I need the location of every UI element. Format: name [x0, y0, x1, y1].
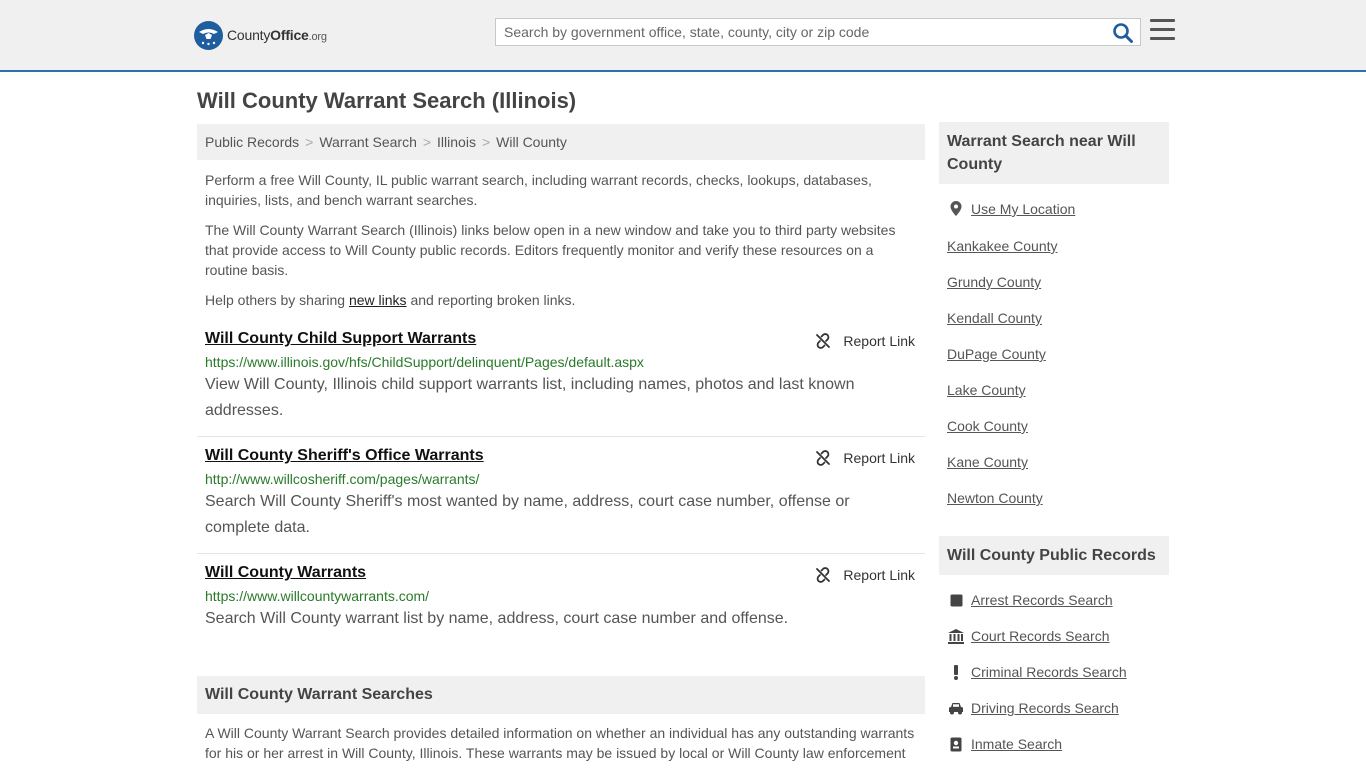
search-icon: [1113, 23, 1133, 43]
search-box: [495, 18, 1141, 46]
record-item[interactable]: Criminal Records Search: [947, 664, 1127, 680]
entry-description: Search Will County Sheriff's most wanted…: [205, 493, 850, 536]
link-entry: Will County Child Support Warrants Repor…: [197, 330, 925, 437]
nearby-county-link[interactable]: Kendall County: [947, 310, 1042, 326]
court-records-link[interactable]: Court Records Search: [971, 628, 1110, 644]
warrant-searches-heading: Will County Warrant Searches: [197, 676, 925, 714]
criminal-records-link[interactable]: Criminal Records Search: [971, 664, 1127, 680]
use-location-link[interactable]: Use My Location: [971, 201, 1075, 217]
use-location-item[interactable]: Use My Location: [947, 201, 1075, 217]
new-links-link[interactable]: new links: [349, 292, 407, 308]
link-entry: Will County Sheriff's Office Warrants Re…: [197, 447, 925, 554]
intro-paragraph-3: Help others by sharing new links and rep…: [205, 292, 576, 308]
breadcrumb-warrant-search[interactable]: Warrant Search: [319, 134, 417, 150]
nearby-county-link[interactable]: Grundy County: [947, 274, 1041, 290]
report-link-button[interactable]: Report Link: [815, 567, 915, 583]
site-logo[interactable]: CountyOffice.org: [194, 20, 327, 50]
warrant-searches-text: A Will County Warrant Search provides de…: [205, 725, 915, 761]
nearby-county-link[interactable]: Lake County: [947, 382, 1026, 398]
public-records-heading: Will County Public Records: [939, 536, 1169, 575]
record-item[interactable]: Driving Records Search: [947, 700, 1119, 716]
nearby-county-link[interactable]: Newton County: [947, 490, 1043, 506]
report-link-button[interactable]: Report Link: [815, 450, 915, 466]
breadcrumb-public-records[interactable]: Public Records: [205, 134, 299, 150]
breadcrumb-illinois[interactable]: Illinois: [437, 134, 476, 150]
nearby-county-link[interactable]: DuPage County: [947, 346, 1046, 362]
entry-description: Search Will County warrant list by name,…: [205, 610, 789, 627]
search-input[interactable]: [496, 19, 1108, 45]
courthouse-icon: [947, 628, 965, 644]
square-icon: [947, 592, 965, 608]
logo-org: .org: [308, 31, 327, 43]
nearby-county-link[interactable]: Cook County: [947, 418, 1028, 434]
logo-eagle-icon: [194, 20, 223, 50]
search-button[interactable]: [1112, 22, 1134, 44]
entry-title-link[interactable]: Will County Child Support Warrants: [205, 330, 476, 348]
record-item[interactable]: Inmate Search: [947, 736, 1062, 752]
logo-office: Office: [270, 27, 309, 43]
car-icon: [947, 700, 965, 716]
logo-county: County: [227, 27, 271, 43]
hamburger-menu-icon[interactable]: [1150, 19, 1175, 41]
entry-description: View Will County, Illinois child support…: [205, 376, 855, 419]
entry-url[interactable]: https://www.illinois.gov/hfs/ChildSuppor…: [205, 354, 917, 370]
record-item[interactable]: Court Records Search: [947, 628, 1110, 644]
entry-title-link[interactable]: Will County Warrants: [205, 564, 366, 582]
report-link-button[interactable]: Report Link: [815, 333, 915, 349]
link-entry: Will County Warrants Report Link https:/…: [197, 564, 925, 644]
breadcrumb-separator: >: [481, 134, 491, 150]
nearby-county-link[interactable]: Kane County: [947, 454, 1028, 470]
arrest-records-link[interactable]: Arrest Records Search: [971, 592, 1113, 608]
intro-paragraph-2: The Will County Warrant Search (Illinois…: [205, 222, 896, 278]
entry-url[interactable]: https://www.willcountywarrants.com/: [205, 588, 917, 604]
broken-link-icon: [816, 567, 831, 583]
breadcrumb-separator: >: [422, 134, 432, 150]
record-item[interactable]: Arrest Records Search: [947, 592, 1113, 608]
map-pin-icon: [947, 201, 965, 217]
entry-url[interactable]: http://www.willcosheriff.com/pages/warra…: [205, 471, 917, 487]
intro-paragraph-1: Perform a free Will County, IL public wa…: [205, 172, 872, 208]
breadcrumb: Public Records > Warrant Search > Illinois > W…: [197, 124, 925, 160]
broken-link-icon: [816, 450, 831, 466]
id-badge-icon: [947, 736, 965, 752]
page-title: Will County Warrant Search (Illinois): [197, 88, 577, 113]
exclamation-icon: [947, 664, 965, 680]
breadcrumb-separator: >: [305, 134, 314, 150]
driving-records-link[interactable]: Driving Records Search: [971, 700, 1119, 716]
top-bar: CountyOffice.org: [0, 0, 1366, 72]
broken-link-icon: [816, 333, 831, 349]
nearby-county-link[interactable]: Kankakee County: [947, 238, 1058, 254]
inmate-search-link[interactable]: Inmate Search: [971, 736, 1062, 752]
breadcrumb-will-county[interactable]: Will County: [496, 134, 567, 150]
entry-title-link[interactable]: Will County Sheriff's Office Warrants: [205, 447, 484, 465]
nearby-heading: Warrant Search near Will County: [939, 122, 1169, 184]
